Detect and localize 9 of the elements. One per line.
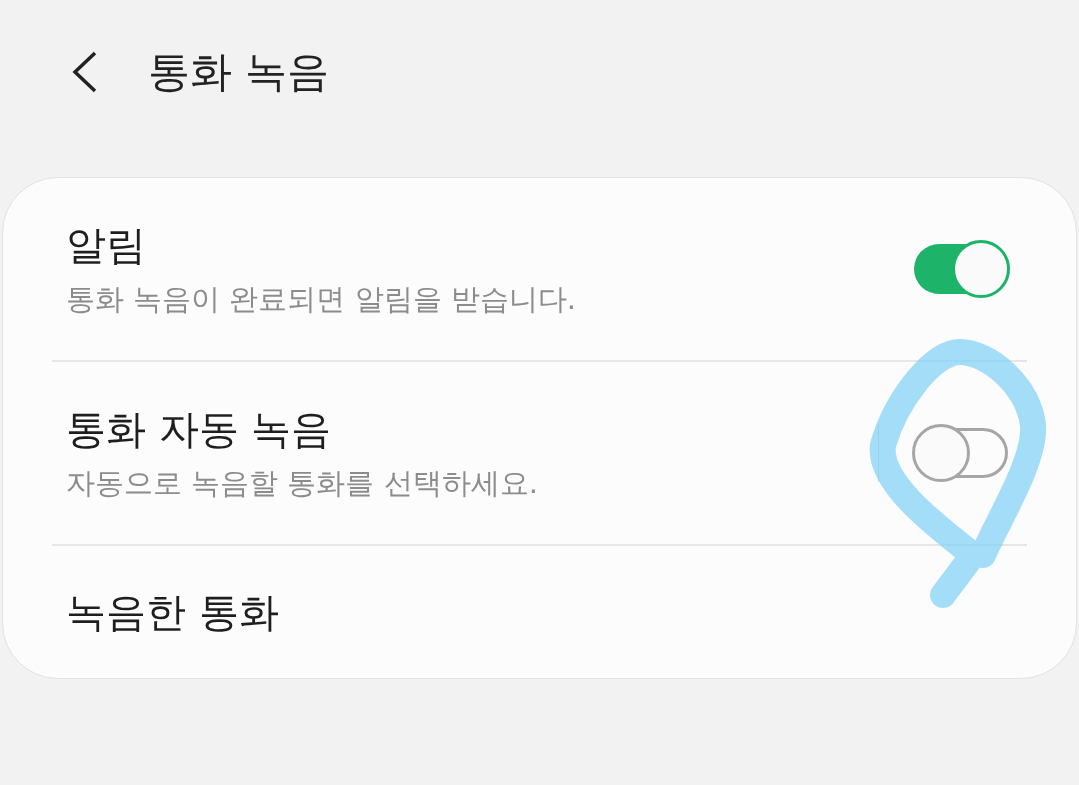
- back-icon: [70, 51, 98, 93]
- toggle-switch[interactable]: [912, 424, 1010, 482]
- setting-title: 알림: [66, 221, 146, 270]
- setting-subtitle: 통화 녹음이 완료되면 알림을 받습니다.: [66, 281, 577, 318]
- setting-subtitle: 자동으로 녹음할 통화를 선택하세요.: [66, 465, 538, 502]
- setting-title: 통화 자동 녹음: [66, 405, 332, 454]
- setting-item[interactable]: 녹음한 통화: [66, 587, 279, 637]
- toggle-switch[interactable]: [912, 240, 1010, 298]
- header-title: 통화 녹음: [148, 51, 330, 93]
